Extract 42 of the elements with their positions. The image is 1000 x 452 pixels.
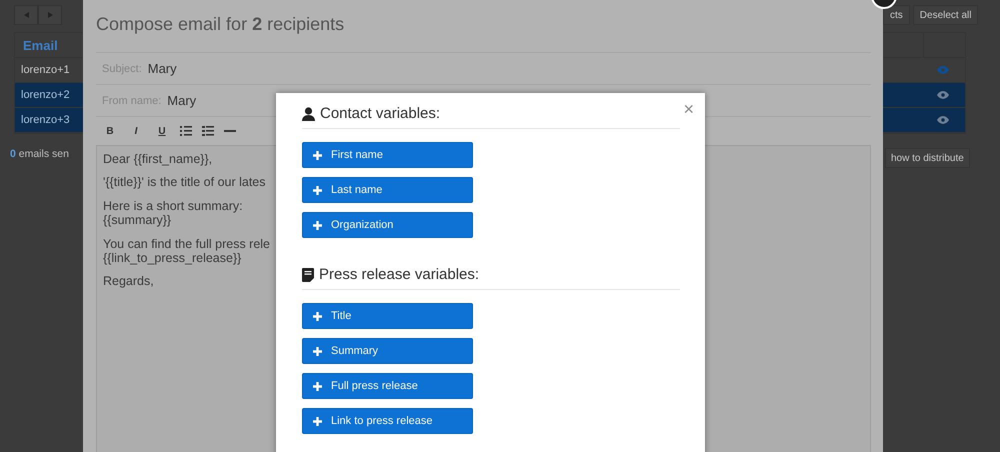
plus-icon xyxy=(313,186,322,194)
message-paragraph: Dear {{first_name}}, xyxy=(103,152,212,166)
person-icon xyxy=(302,106,315,120)
insert-variable-button[interactable]: Title xyxy=(302,303,473,329)
plus-icon xyxy=(313,312,322,320)
right-triangle-icon xyxy=(48,12,52,18)
message-paragraph: Regards, xyxy=(103,274,154,289)
message-paragraph: You can find the full press rele {{link_to_press_release}} xyxy=(103,236,270,266)
table-row[interactable]: lorenzo+3 xyxy=(15,108,83,133)
message-paragraph: Here is a short summary: {{summary}} xyxy=(103,198,243,228)
bullet-list-icon[interactable] xyxy=(180,126,192,136)
plus-icon xyxy=(313,416,322,426)
toolbar-button[interactable]: cts xyxy=(883,5,910,25)
format-button[interactable]: B xyxy=(102,126,118,136)
insert-variable-button[interactable]: Summary xyxy=(302,338,473,364)
distribute-button[interactable]: how to distribute xyxy=(885,148,970,168)
eye-icon[interactable] xyxy=(937,91,949,99)
toolbar-button[interactable]: Deselect all xyxy=(912,5,978,25)
insert-variable-button[interactable]: Link to press release xyxy=(302,408,473,434)
input-field[interactable]: Mary xyxy=(167,93,196,108)
plus-icon xyxy=(313,346,322,356)
close-button[interactable]: × xyxy=(680,100,697,118)
plus-icon xyxy=(313,382,322,390)
plus-icon xyxy=(313,220,322,230)
insert-variable-button[interactable]: First name xyxy=(302,142,473,168)
section-heading: Contact variables: xyxy=(320,105,440,122)
dialog-title: Compose email for 2 recipients xyxy=(96,0,871,53)
document-icon xyxy=(302,268,314,282)
format-button[interactable]: U xyxy=(154,126,170,136)
insert-variable-button[interactable]: Full press release xyxy=(302,373,473,399)
message-paragraph: '{{title}}' is the title of our lates xyxy=(103,175,266,190)
eye-icon[interactable] xyxy=(937,116,949,124)
plus-icon xyxy=(313,150,322,160)
left-triangle-icon xyxy=(24,12,28,18)
input-field[interactable]: Mary xyxy=(148,61,177,76)
section-heading: Press release variables: xyxy=(319,266,480,283)
sent-count-text: 0 emails sen xyxy=(10,148,70,160)
numbered-list-icon[interactable] xyxy=(202,126,214,136)
format-button[interactable]: I xyxy=(128,126,144,136)
insert-variable-button[interactable]: Organization xyxy=(302,212,473,238)
table-row[interactable]: lorenzo+2 xyxy=(15,83,83,108)
insert-variable-button[interactable]: Last name xyxy=(302,177,473,203)
